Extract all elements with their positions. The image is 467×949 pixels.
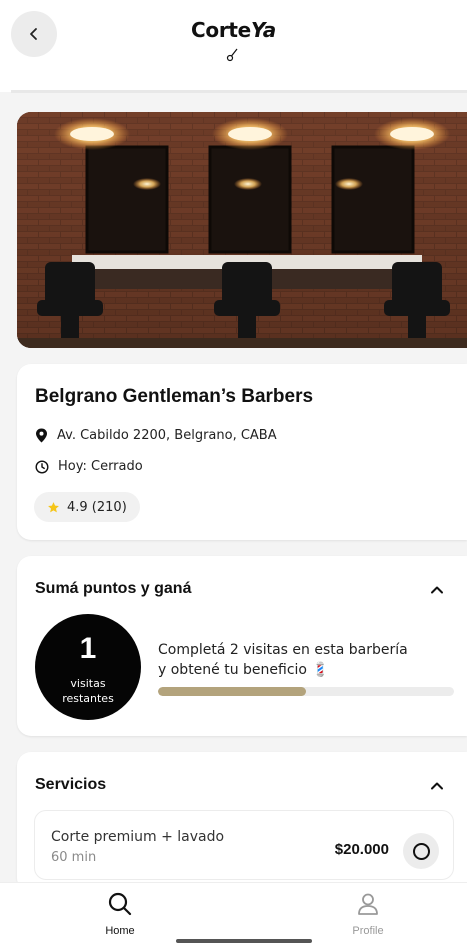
- shop-name: Belgrano Gentleman’s Barbers: [35, 386, 314, 407]
- address-row: Av. Cabildo 2200, Belgrano, CABA: [35, 428, 277, 443]
- location-pin-icon: [36, 428, 47, 443]
- visits-remaining-label: visitas restantes: [35, 676, 141, 706]
- service-price: $20.000: [334, 841, 389, 858]
- shop-info-card: Belgrano Gentleman’s Barbers Av. Cabildo…: [17, 364, 467, 540]
- nav-home[interactable]: Home: [80, 891, 160, 937]
- search-icon: [108, 892, 132, 916]
- nav-profile[interactable]: Profile: [328, 891, 408, 937]
- star-icon: [48, 501, 59, 512]
- shop-hours: Hoy: Cerrado: [58, 459, 143, 474]
- service-select-button[interactable]: [403, 833, 439, 869]
- service-name: Corte premium + lavado: [51, 829, 225, 845]
- points-text-line2: y obtené tu beneficio 💈: [158, 662, 329, 678]
- service-item[interactable]: Corte premium + lavado 60 min $20.000: [34, 810, 454, 880]
- logo-text-right: Ya: [250, 18, 276, 42]
- chevron-up-icon[interactable]: [429, 582, 445, 598]
- visits-label-line1: visitas: [70, 677, 106, 690]
- service-duration: 60 min: [51, 850, 97, 865]
- services-title: Servicios: [35, 776, 107, 793]
- app-screen: CorteYa Belgrano Gentleman’s Barbers Av.…: [0, 0, 467, 949]
- points-text-line1: Completá 2 visitas en esta barbería: [158, 642, 408, 658]
- points-description: Completá 2 visitas en esta barbería y ob…: [158, 640, 458, 680]
- rating-value: 4.9 (210): [67, 499, 127, 515]
- rating-badge: 4.9 (210): [34, 492, 140, 522]
- bottom-navigation: Home Profile: [0, 882, 467, 949]
- home-indicator: [176, 939, 312, 943]
- visits-label-line2: restantes: [62, 692, 114, 705]
- user-icon: [358, 893, 378, 915]
- header-divider: [11, 90, 467, 93]
- services-card: Servicios Corte premium + lavado 60 min …: [17, 752, 467, 892]
- shop-address: Av. Cabildo 2200, Belgrano, CABA: [57, 428, 277, 443]
- visits-remaining-count: 1: [79, 632, 97, 665]
- nav-profile-label: Profile: [352, 925, 384, 937]
- top-header: CorteYa: [0, 0, 467, 93]
- nav-home-label: Home: [105, 925, 135, 937]
- barbershop-photo: [17, 112, 467, 348]
- clock-icon: [35, 459, 49, 474]
- scissors-icon: [226, 48, 238, 62]
- barbershop-illustration: [17, 112, 467, 348]
- chevron-up-icon[interactable]: [429, 778, 445, 794]
- visits-remaining-badge: 1 visitas restantes: [35, 614, 141, 720]
- points-progress-fill: [158, 687, 306, 696]
- loyalty-points-card: Sumá puntos y ganá 1 visitas restantes C…: [17, 556, 467, 736]
- logo-text-left: Corte: [191, 18, 251, 42]
- radio-circle-icon: [412, 842, 430, 860]
- hours-row: Hoy: Cerrado: [35, 459, 143, 474]
- app-logo: CorteYa: [0, 18, 467, 62]
- points-progress-bar: [158, 687, 454, 696]
- points-title: Sumá puntos y ganá: [35, 580, 192, 597]
